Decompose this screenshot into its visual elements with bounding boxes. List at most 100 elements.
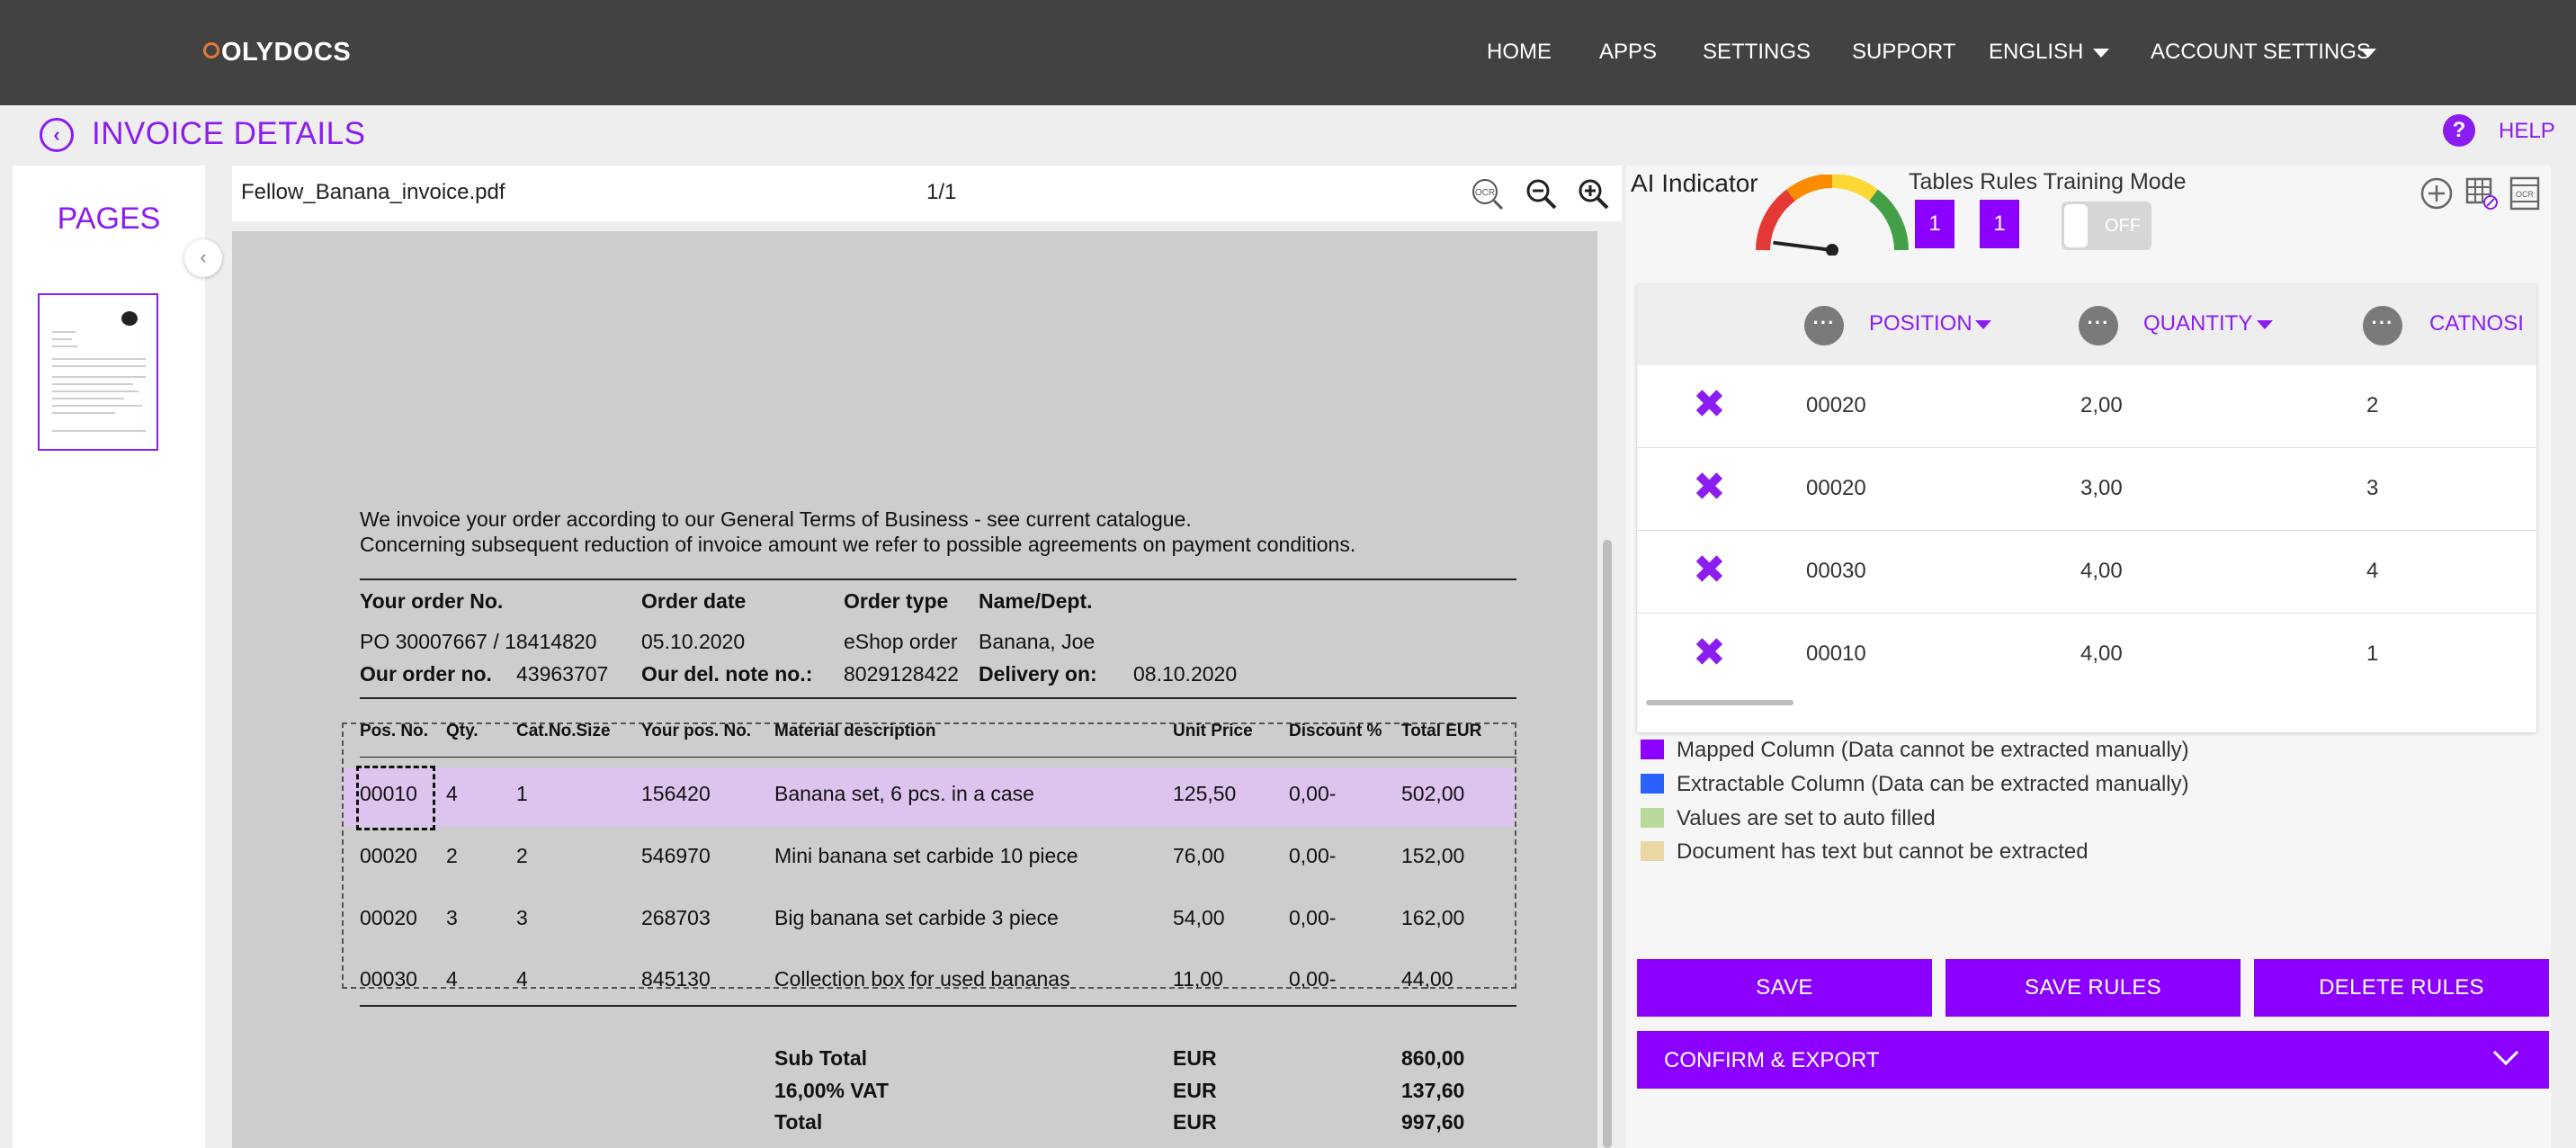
rules-count-badge: 1 xyxy=(1980,200,2019,248)
nav-apps[interactable]: APPS xyxy=(1599,40,1657,65)
legend-label: Document has text but cannot be extracte… xyxy=(1677,839,2089,864)
viewer-vertical-scrollbar[interactable] xyxy=(1603,540,1612,1148)
nav-home[interactable]: HOME xyxy=(1487,40,1552,65)
confirm-export-accordion[interactable]: CONFIRM & EXPORT xyxy=(1637,1031,2549,1089)
vat-label: 16,00% VAT xyxy=(774,1079,889,1102)
legend-swatch xyxy=(1641,841,1664,861)
delete-row-x-icon[interactable]: ✖ xyxy=(1693,633,1726,673)
gauge-needle xyxy=(1773,240,1833,252)
grid-cell-catnosize[interactable]: 2 xyxy=(2366,393,2378,418)
column-menu-icon[interactable]: ··· xyxy=(2079,306,2118,345)
language-selector[interactable]: ENGLISH xyxy=(1989,40,2083,65)
column-position-header[interactable]: POSITION xyxy=(1869,311,1972,336)
grid-cell-position[interactable]: 00030 xyxy=(1806,559,1866,584)
help-icon[interactable]: ? xyxy=(2443,114,2475,147)
order-no-value: PO 30007667 / 18414820 xyxy=(360,630,597,653)
legend-auto-filled: Values are set to auto filled xyxy=(1641,806,1936,831)
terms-line-2: Concerning subsequent reduction of invoi… xyxy=(360,533,1356,556)
th-your-pos-no: Your pos. No. xyxy=(641,722,752,740)
cell-discount: 0,00- xyxy=(1289,967,1337,991)
nav-support[interactable]: SUPPORT xyxy=(1852,40,1956,65)
pages-title: PAGES xyxy=(57,202,161,236)
zoom-in-icon[interactable] xyxy=(1576,176,1612,212)
order-date-value: 05.10.2020 xyxy=(641,630,746,653)
thumbnail-logo-icon xyxy=(121,311,138,326)
toggle-state: OFF xyxy=(2105,216,2141,236)
column-menu-icon[interactable]: ··· xyxy=(1804,306,1844,345)
grid-cell-catnosize[interactable]: 4 xyxy=(2366,559,2378,584)
top-navigation-bar: OLYDOCS HOME APPS SETTINGS SUPPORT ENGLI… xyxy=(0,0,2576,105)
grid-horizontal-scrollbar[interactable] xyxy=(1646,700,1793,705)
order-type-value: eShop order xyxy=(844,630,958,653)
table-edit-icon[interactable] xyxy=(2463,175,2500,212)
save-rules-button[interactable]: SAVE RULES xyxy=(1945,959,2241,1017)
grid-cell-quantity[interactable]: 4,00 xyxy=(2080,559,2123,584)
grid-cell-catnosize[interactable]: 1 xyxy=(2366,641,2378,667)
column-quantity-chevron-down-icon[interactable] xyxy=(2257,320,2273,329)
cell-description: Big banana set carbide 3 piece xyxy=(774,906,1059,929)
vat-value: 137,60 xyxy=(1401,1079,1465,1102)
column-quantity-header[interactable]: QUANTITY xyxy=(2143,311,2252,336)
save-button[interactable]: SAVE xyxy=(1637,959,1932,1017)
grid-cell-position[interactable]: 00020 xyxy=(1806,476,1866,501)
grid-row[interactable]: ✖ 00010 4,00 1 xyxy=(1637,614,2536,696)
cell-unit-price: 54,00 xyxy=(1173,906,1225,929)
cell-pos-no: 00010 xyxy=(360,782,417,805)
column-menu-icon[interactable]: ··· xyxy=(2363,306,2402,345)
zoom-out-icon[interactable] xyxy=(1524,176,1560,212)
logo-text: OLYDOCS xyxy=(221,38,352,67)
collapse-panel-chevron-left-icon[interactable]: ‹ xyxy=(184,239,222,277)
grid-cell-quantity[interactable]: 3,00 xyxy=(2080,476,2123,501)
our-order-value: 43963707 xyxy=(516,662,609,686)
help-link[interactable]: HELP xyxy=(2499,119,2555,144)
column-catnosize-header[interactable]: CATNOSI xyxy=(2429,311,2524,336)
nav-settings[interactable]: SETTINGS xyxy=(1703,40,1811,65)
cell-total: 152,00 xyxy=(1401,844,1465,867)
add-circle-icon[interactable] xyxy=(2418,175,2455,212)
legend-mapped-column: Mapped Column (Data cannot be extracted … xyxy=(1641,738,2189,763)
delete-row-x-icon[interactable]: ✖ xyxy=(1693,385,1726,425)
cell-cat-no: 1 xyxy=(516,782,528,805)
th-pos-no: Pos. No. xyxy=(360,722,429,740)
delete-row-x-icon[interactable]: ✖ xyxy=(1693,551,1726,590)
grid-cell-position[interactable]: 00020 xyxy=(1806,393,1866,418)
training-mode-toggle[interactable]: OFF xyxy=(2062,202,2151,250)
cell-unit-price: 125,50 xyxy=(1173,782,1237,805)
grid-cell-quantity[interactable]: 4,00 xyxy=(2080,641,2123,667)
subtotal-value: 860,00 xyxy=(1401,1046,1465,1070)
grid-cell-catnosize[interactable]: 3 xyxy=(2366,476,2378,501)
grid-row[interactable]: ✖ 00030 4,00 4 xyxy=(1637,531,2536,614)
legend-label: Extractable Column (Data can be extracte… xyxy=(1677,772,2189,796)
legend-not-extractable: Document has text but cannot be extracte… xyxy=(1641,839,2089,865)
subtotal-label: Sub Total xyxy=(774,1046,868,1070)
account-chevron-down-icon[interactable] xyxy=(2360,49,2376,58)
cell-cat-no: 2 xyxy=(516,844,528,867)
ocr-icon[interactable]: OCR xyxy=(1470,176,1506,212)
chevron-down-icon xyxy=(2492,1039,2519,1066)
ai-indicator-label: AI Indicator xyxy=(1631,169,1758,197)
table-ocr-icon[interactable]: OCR xyxy=(2506,175,2544,212)
column-position-chevron-down-icon[interactable] xyxy=(1975,320,1991,329)
ai-indicator-gauge xyxy=(1756,175,1909,256)
back-arrow-icon[interactable]: ‹ xyxy=(40,118,74,152)
delete-row-x-icon[interactable]: ✖ xyxy=(1693,468,1726,507)
name-dept-label: Name/Dept. xyxy=(979,589,1093,613)
cell-total: 162,00 xyxy=(1401,906,1465,929)
language-chevron-down-icon[interactable] xyxy=(2093,49,2109,58)
cell-your-pos: 156420 xyxy=(641,782,711,805)
cell-qty: 4 xyxy=(446,782,458,805)
grid-cell-position[interactable]: 00010 xyxy=(1806,641,1866,667)
page-thumbnail[interactable] xyxy=(38,293,158,451)
page-counter: 1/1 xyxy=(926,180,957,204)
pdf-document-page[interactable]: We invoice your order according to our G… xyxy=(232,231,1597,1148)
grid-row[interactable]: ✖ 00020 3,00 3 xyxy=(1637,448,2536,531)
cell-cat-no: 4 xyxy=(516,967,528,991)
tables-rules-training-label: Tables Rules Training Mode xyxy=(1909,169,2187,195)
tables-rules-label: Tables Rules xyxy=(1909,169,2038,194)
account-settings-menu[interactable]: ACCOUNT SETTINGS xyxy=(2151,40,2371,65)
delete-rules-button[interactable]: DELETE RULES xyxy=(2254,959,2549,1017)
grid-row[interactable]: ✖ 00020 2,00 2 xyxy=(1637,365,2536,448)
logo[interactable]: OLYDOCS xyxy=(203,38,351,67)
legend-label: Values are set to auto filled xyxy=(1677,806,1936,830)
grid-cell-quantity[interactable]: 2,00 xyxy=(2080,393,2123,418)
